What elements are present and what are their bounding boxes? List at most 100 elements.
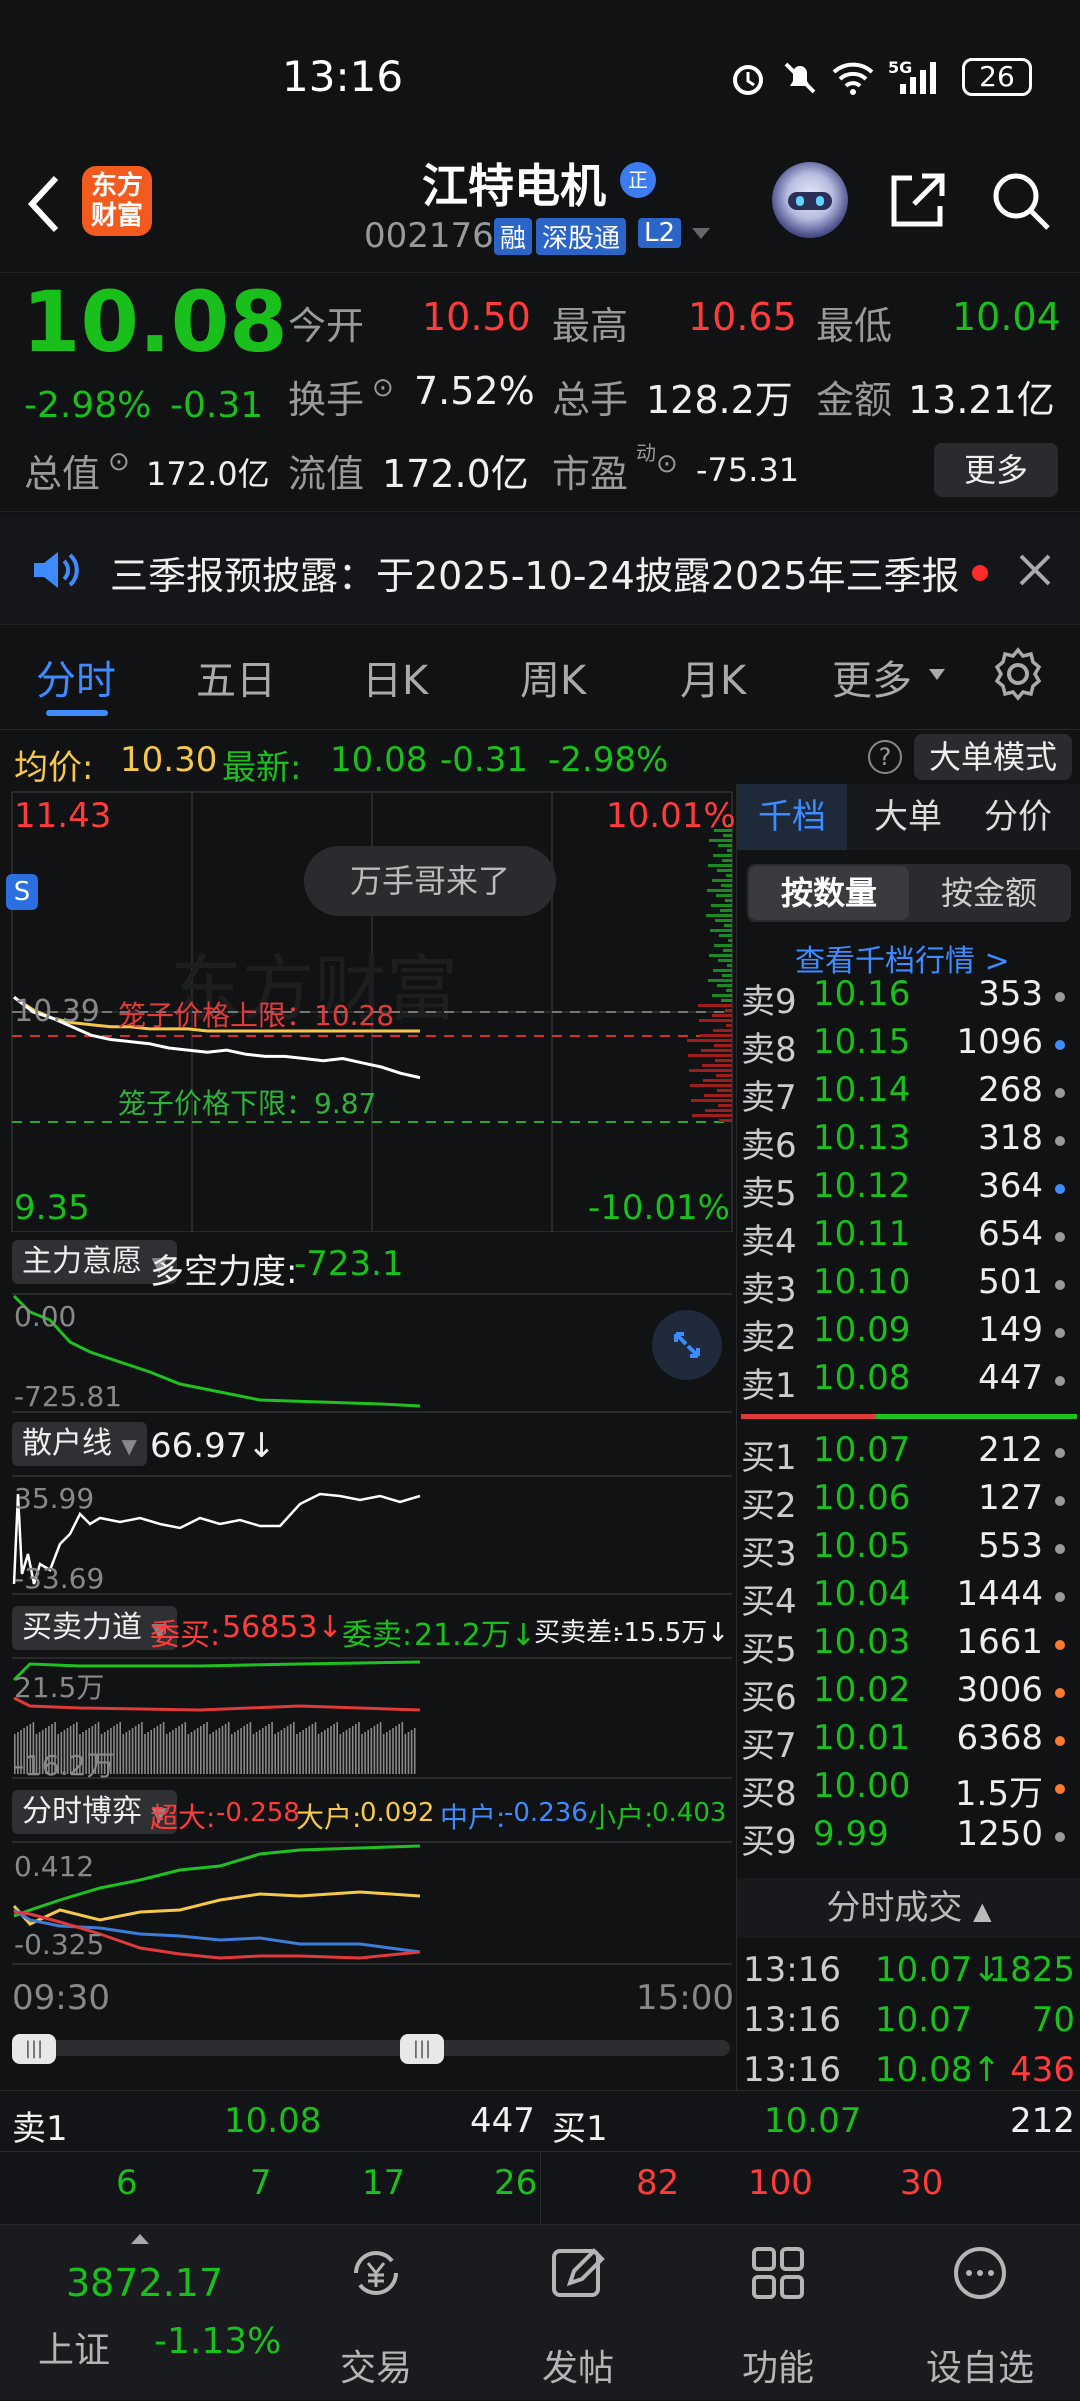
tab-five-day[interactable]: 五日 — [196, 648, 276, 706]
low-value: 10.04 — [952, 295, 1061, 339]
more-dots-icon — [954, 2247, 1006, 2299]
float-value: 172.0亿 — [382, 452, 529, 496]
depth-bar — [702, 1064, 732, 1067]
share-icon[interactable] — [886, 170, 948, 232]
wifi-icon — [832, 62, 874, 95]
chevron-down-icon[interactable] — [690, 226, 712, 242]
orderbook-row[interactable]: 卖1 10.08 447 — [737, 1358, 1067, 1406]
spread-divider — [741, 1414, 1077, 1419]
range-slider-handle-left[interactable]: ||| — [12, 2034, 56, 2064]
power-bar — [231, 1734, 233, 1774]
tab-intraday[interactable]: 分时 — [36, 648, 116, 706]
st-badge: 正 — [620, 162, 656, 198]
tab-monthly-k[interactable]: 月K — [680, 648, 746, 706]
depth-bar — [722, 859, 732, 862]
range-slider-track[interactable] — [14, 2040, 730, 2056]
power-bar — [246, 1724, 249, 1774]
level-volume: 212 — [978, 1430, 1043, 1470]
robot-avatar-icon[interactable] — [772, 162, 848, 238]
orderbook-row[interactable]: 买1 10.07 212 — [737, 1430, 1067, 1478]
expand-icon[interactable] — [652, 1310, 722, 1380]
orderbook-row[interactable]: 买8 10.00 1.5万 — [737, 1766, 1067, 1814]
orderbook-row[interactable]: 卖8 10.15 1096 — [737, 1022, 1067, 1070]
search-icon[interactable] — [990, 170, 1052, 232]
tab-weekly-k[interactable]: 周K — [520, 648, 586, 706]
trades-header[interactable]: 分时成交 ▲ — [737, 1878, 1080, 1938]
range-slider-handle-right[interactable]: ||| — [400, 2034, 444, 2064]
level-dot — [1055, 1328, 1065, 1338]
time-start-label: 09:30 — [12, 1978, 110, 2018]
help-icon[interactable]: ? — [868, 740, 902, 774]
level-dot — [1055, 1640, 1065, 1650]
tab-thousand-depth[interactable]: 千档 — [737, 784, 847, 850]
tab-price-dist[interactable]: 分价 — [963, 784, 1073, 850]
orderbook-row[interactable]: 买2 10.06 127 — [737, 1478, 1067, 1526]
power-bar — [305, 1728, 307, 1774]
collapse-icon[interactable]: ▲ — [973, 1897, 991, 1925]
orderbook-row[interactable]: 卖5 10.12 364 — [737, 1166, 1067, 1214]
tab-more[interactable]: 更多 — [832, 648, 912, 706]
back-icon[interactable] — [22, 172, 66, 236]
depth-bar — [718, 1104, 732, 1107]
by-quantity-button[interactable]: 按数量 — [749, 866, 909, 920]
level-dot — [1055, 1376, 1065, 1386]
power-bar — [172, 1730, 174, 1774]
power-bar — [209, 1734, 211, 1774]
level-volume: 1096 — [956, 1022, 1043, 1062]
level-dot — [1055, 992, 1065, 1002]
turnover-info-icon[interactable]: ⊙ — [372, 373, 394, 403]
tab-more-chevron-icon[interactable] — [928, 668, 946, 682]
mid-label: 中户: — [440, 1801, 506, 1834]
depth-bar — [726, 989, 732, 992]
power-bar — [227, 1722, 230, 1774]
orderbook-row[interactable]: 卖7 10.14 268 — [737, 1070, 1067, 1118]
pe-info-icon[interactable]: ⊙ — [656, 449, 678, 479]
depth-bar — [717, 984, 732, 987]
level-volume: 6368 — [956, 1718, 1043, 1758]
orderbook-row[interactable]: 卖2 10.09 149 — [737, 1310, 1067, 1358]
level-label: 买8 — [741, 1774, 797, 1814]
orderbook-row[interactable]: 买7 10.01 6368 — [737, 1718, 1067, 1766]
orderbook-row[interactable]: 买5 10.03 1661 — [737, 1622, 1067, 1670]
battery-level: 26 — [979, 60, 1015, 93]
power-bar — [280, 1730, 283, 1774]
depth-bar — [709, 954, 732, 957]
close-icon[interactable] — [1018, 553, 1052, 587]
level-volume: 553 — [978, 1526, 1043, 1566]
settings-icon[interactable] — [990, 646, 1046, 702]
bubble-tip[interactable]: 万手哥来了 — [304, 846, 556, 916]
by-amount-button[interactable]: 按金额 — [909, 866, 1069, 920]
sell-marker[interactable]: S — [6, 874, 38, 910]
orderbook-row[interactable]: 买4 10.04 1444 — [737, 1574, 1067, 1622]
power-bar — [119, 1722, 121, 1774]
game-label: 分时博弈 — [22, 1794, 142, 1829]
retail-line-selector[interactable]: 散户线 ▼ — [12, 1422, 147, 1466]
level-volume: 127 — [978, 1478, 1043, 1518]
amount-label: 金额 — [816, 378, 893, 422]
info-icon[interactable]: ⊙ — [108, 447, 130, 477]
orderbook-row[interactable]: 买6 10.02 3006 — [737, 1670, 1067, 1718]
ask-volume-label: 委卖: — [342, 1618, 413, 1653]
level-dot — [1055, 1496, 1065, 1506]
index-ticker[interactable]: 3872.17 上证 -1.13% — [0, 2225, 281, 2401]
announcement-bar[interactable]: 三季报预披露：于2025-10-24披露2025年三季报 — [0, 515, 1080, 625]
big-order-mode-button[interactable]: 大单模式 — [914, 734, 1072, 780]
power-bar — [274, 1734, 276, 1774]
time-end-label: 15:00 — [636, 1978, 734, 2018]
orderbook-row[interactable]: 买9 9.99 1250 — [737, 1814, 1067, 1862]
app-logo[interactable]: 东方 财富 — [82, 166, 152, 236]
tab-daily-k[interactable]: 日K — [362, 648, 428, 706]
tab-big-order[interactable]: 大单 — [853, 784, 963, 850]
orderbook-row[interactable]: 卖9 10.16 353 — [737, 974, 1067, 1022]
orderbook-row[interactable]: 卖6 10.13 318 — [737, 1118, 1067, 1166]
orderbook-row[interactable]: 卖3 10.10 501 — [737, 1262, 1067, 1310]
orderbook-row[interactable]: 买3 10.05 553 — [737, 1526, 1067, 1574]
level-dot — [1055, 1832, 1065, 1842]
power-bar — [265, 1726, 267, 1774]
trade-volume: 70 — [1031, 2000, 1075, 2040]
nav-add-watchlist-label: 设自选 — [925, 2348, 1034, 2389]
orderbook-row[interactable]: 卖4 10.11 654 — [737, 1214, 1067, 1262]
announcement-text[interactable]: 三季报预披露：于2025-10-24披露2025年三季报 — [110, 545, 960, 600]
more-button[interactable]: 更多 — [934, 443, 1058, 497]
power-bar — [240, 1728, 242, 1774]
